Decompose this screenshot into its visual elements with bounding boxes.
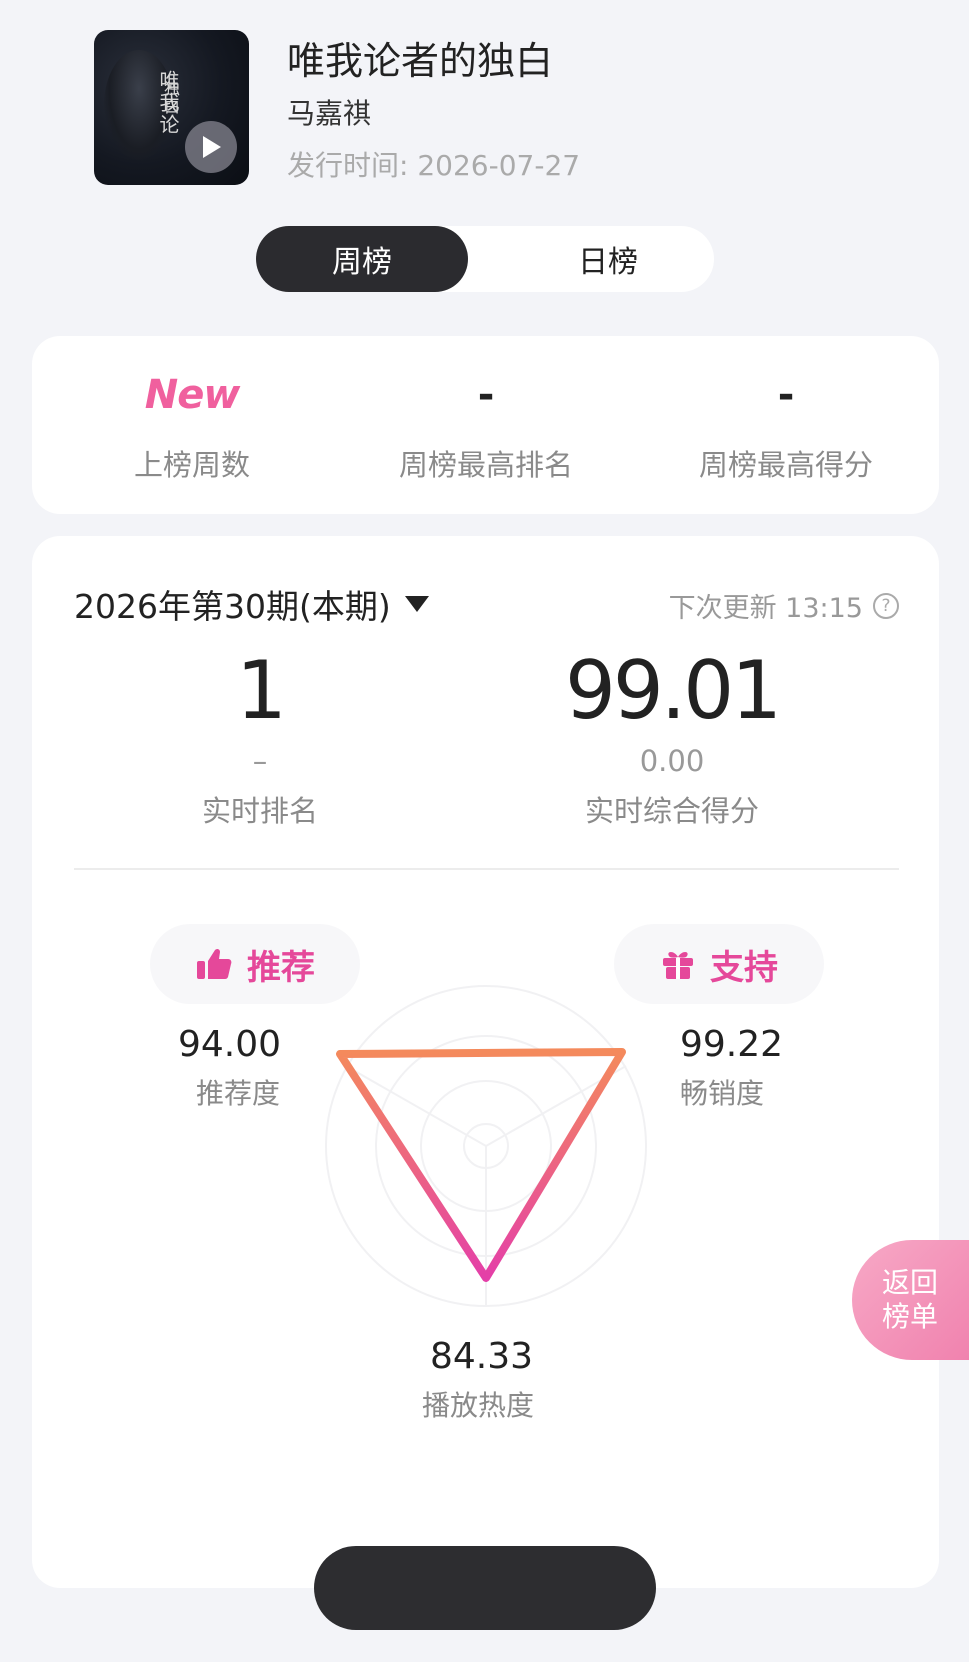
- detail-card: 2026年第30期(本期) 下次更新 13:15 ? 1 – 实时排名 99.0…: [32, 536, 939, 1588]
- album-cover[interactable]: 唯我论 独白: [94, 30, 249, 185]
- best-rank-label: 周榜最高排名: [398, 448, 573, 482]
- score-value: 99.01: [564, 644, 782, 737]
- chart-tabs: 周榜 日榜: [256, 226, 714, 292]
- next-update-text: 下次更新 13:15: [668, 593, 863, 624]
- sales-score: 99.22: [680, 1024, 784, 1065]
- support-label: 支持: [710, 947, 778, 988]
- best-rank: - 周榜最高排名: [336, 336, 636, 514]
- best-score: - 周榜最高得分: [636, 336, 936, 514]
- return-line1: 返回: [882, 1266, 939, 1299]
- best-rank-value: -: [477, 372, 495, 418]
- return-to-chart-button[interactable]: 返回 榜单: [852, 1240, 969, 1360]
- period-selector[interactable]: 2026年第30期(本期): [74, 580, 429, 628]
- release-info: 发行时间: 2026-07-27: [287, 144, 580, 184]
- rank-label: 实时排名: [201, 794, 318, 828]
- caret-down-icon: [404, 596, 429, 612]
- realtime-rank: 1 – 实时排名: [80, 646, 440, 830]
- realtime-score: 99.01 0.00 实时综合得分: [492, 646, 852, 830]
- gift-icon: [663, 952, 693, 979]
- next-update: 下次更新 13:15 ?: [669, 586, 899, 625]
- best-score-label: 周榜最高得分: [698, 448, 873, 482]
- radar-chart: [325, 985, 647, 1307]
- cover-subtitle-text: 独白: [161, 80, 180, 116]
- song-title: 唯我论者的独白: [287, 39, 554, 83]
- tab-daily[interactable]: 日榜: [502, 226, 714, 292]
- bottom-action-bar[interactable]: [314, 1546, 656, 1630]
- weeks-label: 上榜周数: [133, 448, 250, 482]
- radar-axis-left: [345, 1065, 487, 1147]
- return-line2: 榜单: [882, 1300, 939, 1333]
- release-label: 发行时间:: [287, 149, 409, 182]
- play-score: 84.33: [430, 1336, 534, 1377]
- rank-change: –: [252, 744, 268, 778]
- weeks-on-chart: New 上榜周数: [42, 336, 342, 514]
- recommend-label: 推荐: [247, 947, 315, 988]
- song-header: 唯我论 独白 唯我论者的独白 马嘉祺 发行时间: 2026-07-27: [94, 30, 894, 186]
- artist-name[interactable]: 马嘉祺: [287, 92, 371, 132]
- score-change: 0.00: [639, 744, 705, 778]
- play-icon: [203, 136, 221, 158]
- recommend-score-label: 推荐度: [196, 1077, 281, 1110]
- play-score-label: 播放热度: [422, 1389, 535, 1422]
- best-score-value: -: [777, 372, 795, 418]
- play-button[interactable]: [185, 121, 237, 173]
- release-date: 2026-07-27: [417, 149, 581, 182]
- thumbs-up-icon: [197, 948, 232, 979]
- recommend-score: 94.00: [178, 1024, 282, 1065]
- summary-card: New 上榜周数 - 周榜最高排名 - 周榜最高得分: [32, 336, 939, 514]
- score-label: 实时综合得分: [584, 794, 759, 828]
- rank-value: 1: [236, 644, 287, 737]
- divider: [74, 868, 899, 870]
- sales-score-label: 畅销度: [680, 1077, 765, 1110]
- help-icon[interactable]: ?: [873, 592, 899, 619]
- tab-weekly[interactable]: 周榜: [256, 226, 468, 292]
- new-badge: New: [144, 372, 241, 418]
- period-label: 2026年第30期(本期): [74, 587, 391, 626]
